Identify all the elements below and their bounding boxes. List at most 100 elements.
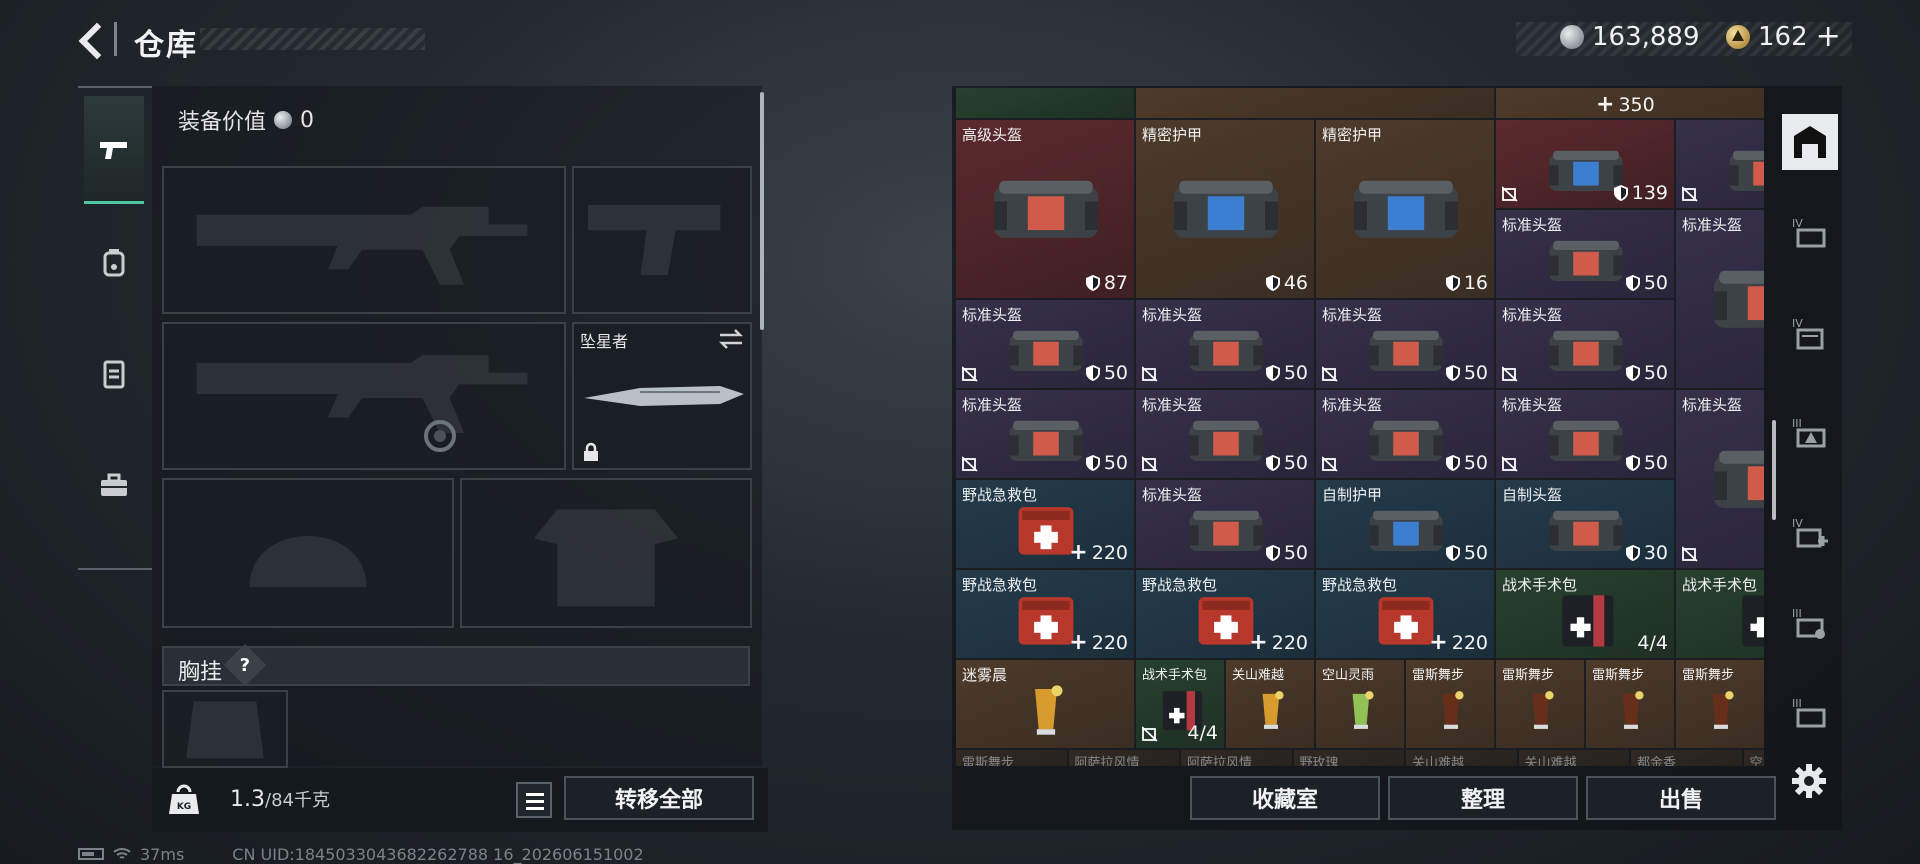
inventory-scrollbar[interactable] [1772,420,1776,520]
tab-case[interactable] [84,432,144,540]
inventory-item[interactable]: 139 [1496,120,1676,210]
inventory-item[interactable]: 空山灵雨 [1316,660,1406,750]
transfer-all-button[interactable]: 转移全部 [564,776,754,820]
rail-storage-4a[interactable]: IV [1782,206,1838,262]
settings-gear-icon[interactable] [1790,762,1828,800]
helmet-slot[interactable] [162,478,454,628]
storage-crate-icon: IV [1792,317,1824,350]
help-icon[interactable]: ? [223,643,267,687]
inventory-item[interactable]: 标准头盔50 [1496,300,1676,390]
sell-button[interactable]: 出售 [1586,776,1776,820]
inventory-item[interactable]: 标准头盔50 [1316,300,1496,390]
chest-rig-label: 胸挂 [178,660,223,685]
helmet-grey-icon [994,180,1098,238]
rail-storage-4b[interactable]: IV [1782,306,1838,362]
inventory-item[interactable]: 50 [1676,120,1764,210]
melee-slot[interactable]: 坠星者 [572,322,752,470]
inventory-item[interactable]: 迷雾晨 [956,660,1136,750]
add-gold-icon[interactable]: + [1816,22,1841,52]
inventory-item[interactable]: 标准头盔50 [1136,480,1316,570]
inventory-item[interactable]: 战术手术包4/4 [1136,660,1226,750]
inventory-item-partial[interactable]: 阿萨拉风情 [1068,750,1181,766]
storage-box-icon: IV [1792,217,1826,248]
equip-value-label: 装备价值 [178,110,267,135]
inventory-item[interactable]: 雷斯舞步 [1406,660,1496,750]
inventory-item[interactable]: 标准头盔50 [956,390,1136,480]
shield-icon [1265,365,1280,381]
inventory-item[interactable]: 自制头盔 30 [1496,480,1676,570]
inventory-item[interactable]: 野战急救包 +220 [1136,570,1316,660]
shield-icon [1445,545,1460,561]
inventory-cell-partial[interactable] [956,88,1136,120]
inventory-item[interactable]: 标准头盔50 [1136,300,1316,390]
rail-storage-3c[interactable]: III [1782,686,1838,742]
inventory-item[interactable]: 战术手术包4/4 [1496,570,1676,660]
item-name: 雷斯舞步 [1592,668,1645,683]
rifle-silhouette-icon [196,206,528,285]
inventory-item[interactable]: 野战急救包 +220 [956,480,1136,570]
inventory-item[interactable]: 精密护甲 16 [1316,120,1496,300]
armor-slot[interactable] [460,478,752,628]
inventory-item[interactable]: 标准头盔50 [1136,390,1316,480]
gold-currency[interactable]: 162 + [1726,22,1841,52]
inventory-item[interactable]: 精密护甲 46 [1136,120,1316,300]
inventory-item[interactable]: 自制护甲 50 [1316,480,1496,570]
inventory-item-partial[interactable]: 野玫瑰 [1293,750,1406,766]
no-insurance-icon [1502,366,1518,382]
storage-rail: IV IV III IV III III [1778,96,1842,786]
inventory-item[interactable]: 野战急救包 +220 [1316,570,1496,660]
swap-icon[interactable] [718,328,744,350]
item-value: +220 [1249,630,1308,655]
helmet-red-icon [1729,150,1764,192]
gold-coin-icon [1726,25,1750,49]
item-name: 野战急救包 [1322,576,1398,594]
inventory-item-partial[interactable]: 阿萨拉风情 [1181,750,1294,766]
tab-backpack[interactable] [84,208,144,316]
surgkit-icon [1742,595,1764,647]
inventory-cell-partial[interactable] [1136,88,1496,120]
primary-weapon-slot[interactable] [162,166,566,314]
rail-storage-3a[interactable]: III [1782,406,1838,462]
back-icon[interactable] [78,22,112,56]
item-name: 精密护甲 [1322,126,1383,144]
inventory-item-partial[interactable]: 关山难越 [1406,750,1519,766]
collection-room-button[interactable]: 收藏室 [1190,776,1380,820]
item-name: 关山难越 [1412,756,1465,766]
inventory-item-partial[interactable]: 雷斯舞步 [956,750,1069,766]
inventory-item[interactable]: 标准头盔50 [1676,210,1764,390]
inventory-item[interactable]: 战术手术包4/4 [1676,570,1764,660]
organize-button[interactable]: 整理 [1388,776,1578,820]
tab-weapons[interactable] [84,96,144,204]
inventory-item[interactable]: 雷斯舞步 [1676,660,1764,750]
sidearm-slot[interactable] [572,166,752,314]
inventory-item[interactable]: 高级头盔 87 [956,120,1136,300]
inventory-item-partial[interactable]: 都金香 [1631,750,1744,766]
chest-rig-slot[interactable] [162,690,288,768]
weight-icon: KG [169,784,199,814]
inventory-item-partial[interactable]: 空山灵雨 [1743,750,1764,766]
rail-storage-3b[interactable]: III [1782,596,1838,652]
item-value: 4/4 [1187,722,1218,744]
rail-storage-medical[interactable]: IV [1782,506,1838,562]
rail-main-storage[interactable] [1782,114,1838,170]
inventory-item[interactable]: 标准头盔50 [1496,390,1676,480]
no-insurance-icon [1682,186,1698,202]
inventory-item[interactable]: 雷斯舞步 [1496,660,1586,750]
item-name: 迷雾晨 [962,666,1008,684]
list-view-button[interactable] [516,782,552,818]
inventory-item[interactable]: 标准头盔50 [1496,210,1676,300]
inventory-item[interactable]: 标准头盔50 [1316,390,1496,480]
inventory-item[interactable]: 标准头盔50 [1676,390,1764,570]
inventory-item[interactable]: 野战急救包 +220 [956,570,1136,660]
inventory-item[interactable]: 标准头盔50 [956,300,1136,390]
inventory-item[interactable]: 雷斯舞步 [1586,660,1676,750]
battery-icon [78,848,104,860]
inventory-item-partial[interactable]: 关山难越 [1518,750,1631,766]
item-name: 关山难越 [1232,668,1285,683]
tab-vest[interactable] [84,320,144,428]
inventory-item[interactable]: 关山难越 [1226,660,1316,750]
loadout-scrollbar[interactable] [760,92,764,330]
item-name: 野战急救包 [962,486,1038,504]
no-insurance-icon [1322,456,1338,472]
secondary-weapon-slot[interactable] [162,322,566,470]
